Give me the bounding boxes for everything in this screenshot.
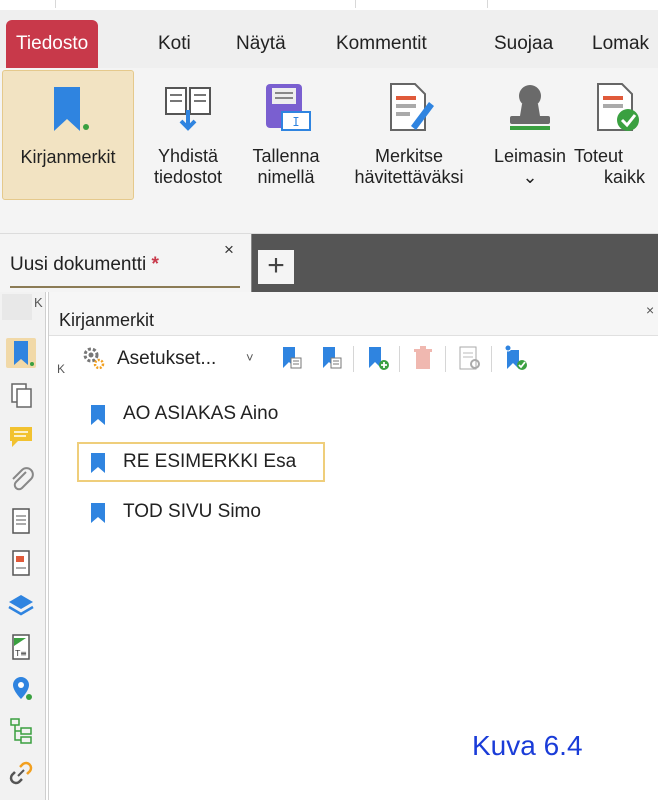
bookmark-properties-icon[interactable] <box>455 344 483 372</box>
active-tab-underline <box>10 286 240 288</box>
sidebar-item-pages[interactable] <box>6 380 36 410</box>
bookmark-label: AO ASIAKAS Aino <box>123 403 279 424</box>
link-icon <box>9 761 33 785</box>
stamp-dropdown-icon[interactable]: ⌄ <box>488 167 572 188</box>
tab-tiedosto[interactable]: Tiedosto <box>6 20 99 68</box>
bookmark-item-selected[interactable]: RE ESIMERKKI Esa <box>77 442 325 482</box>
apply-all-label-1: Toteut <box>574 146 624 166</box>
delete-bookmark-icon[interactable] <box>409 344 437 372</box>
paperclip-icon <box>12 467 34 491</box>
bookmarks-toolbar: K Asetukset... ˅ <box>49 338 658 382</box>
svg-text:I: I <box>292 115 299 129</box>
sidebar-item-signatures[interactable] <box>6 548 36 578</box>
stamp-button[interactable]: Leimasin ⌄ <box>488 70 572 200</box>
add-bookmark-before-icon[interactable] <box>277 344 305 372</box>
tab-koti[interactable]: Koti <box>148 20 201 68</box>
document-tab-bar: Uusi dokumentti * × + <box>0 234 658 292</box>
svg-text:T≡: T≡ <box>14 649 27 658</box>
ribbon: Kirjanmerkit Yhdistä tiedostot I Tallenn… <box>0 68 658 234</box>
bookmark-label: RE ESIMERKKI Esa <box>123 451 297 472</box>
bookmark-item[interactable]: TOD SIVU Simo <box>77 492 325 532</box>
panel-header: Kirjanmerkit <box>49 292 658 336</box>
merge-files-label-1: Yhdistä <box>157 146 219 166</box>
sidebar-item-structure[interactable] <box>6 716 36 746</box>
sidebar-item-links[interactable] <box>6 758 36 788</box>
settings-dropdown[interactable]: Asetukset... <box>117 348 216 370</box>
mark-redaction-label-1: Merkitse <box>374 146 443 166</box>
tab-suojaa[interactable]: Suojaa <box>484 20 563 68</box>
tab-lomake[interactable]: Lomak <box>582 20 658 68</box>
sidebar-item-attachments[interactable] <box>6 464 36 494</box>
figure-caption: Kuva 6.4 <box>472 730 583 761</box>
bookmark-icon <box>91 503 105 523</box>
sidebar-item-text[interactable]: T≡ <box>6 632 36 662</box>
apply-all-icon <box>597 83 639 131</box>
bookmark-icon <box>91 405 105 425</box>
stamp-icon <box>510 85 550 130</box>
signature-document-icon <box>12 550 30 576</box>
modified-mark: * <box>151 254 159 275</box>
sidebar-item-comments[interactable] <box>6 422 36 452</box>
collapse-sidebar-icon[interactable]: K <box>34 295 43 310</box>
bookmarks-label: Kirjanmerkit <box>20 147 116 167</box>
sidebar-item-bookmarks[interactable] <box>6 338 36 368</box>
bookmarks-button[interactable]: Kirjanmerkit <box>2 70 134 200</box>
close-panel-icon[interactable]: × <box>646 302 654 318</box>
bookmark-item[interactable]: AO ASIAKAS Aino <box>77 394 325 434</box>
merge-files-button[interactable]: Yhdistä tiedostot <box>136 70 240 200</box>
settings-gear-icon[interactable] <box>79 344 107 372</box>
new-bookmark-icon[interactable] <box>363 344 391 372</box>
bookmark-check-icon[interactable] <box>501 344 529 372</box>
panel-title: Kirjanmerkit <box>59 310 155 330</box>
bookmark-icon <box>54 87 89 131</box>
chevron-down-icon[interactable]: ˅ <box>246 350 254 365</box>
mark-redaction-button[interactable]: Merkitse hävitettäväksi <box>334 70 484 200</box>
document-icon <box>12 508 30 534</box>
new-tab-button[interactable]: + <box>258 250 294 284</box>
layers-icon <box>8 595 34 616</box>
merge-files-label-2: tiedostot <box>153 167 223 187</box>
title-strip <box>0 0 658 10</box>
tab-nayta[interactable]: Näytä <box>226 20 296 68</box>
document-tab[interactable]: Uusi dokumentti * × <box>0 234 252 292</box>
sidebar-item-layers[interactable] <box>6 590 36 620</box>
close-icon[interactable]: × <box>224 240 234 260</box>
location-pin-icon <box>13 677 32 700</box>
tree-structure-icon <box>10 718 32 744</box>
save-as-button[interactable]: I Tallenna nimellä <box>240 70 332 200</box>
sidebar-item-location[interactable] <box>6 674 36 704</box>
save-as-icon: I <box>266 84 311 131</box>
stamp-label: Leimasin <box>493 146 567 166</box>
text-document-icon: T≡ <box>12 634 30 660</box>
sidebar-grip <box>2 294 32 320</box>
bookmark-icon <box>91 453 105 473</box>
comment-icon <box>10 427 32 447</box>
merge-files-icon <box>165 87 211 131</box>
bookmarks-panel: Kirjanmerkit K Asetukset... ˅ AO ASIAKAS… <box>48 292 658 800</box>
bookmark-icon <box>14 341 34 366</box>
collapse-panel-icon[interactable]: K <box>57 362 65 376</box>
left-sidebar: K T≡ <box>0 292 46 800</box>
mark-redaction-label-2: hävitettäväksi <box>354 167 464 187</box>
menu-bar: Tiedosto Koti Näytä Kommentit Suojaa Lom… <box>0 10 658 68</box>
add-bookmark-after-icon[interactable] <box>317 344 345 372</box>
apply-all-button[interactable]: Toteut kaikk <box>572 70 658 200</box>
apply-all-label-2: kaikk <box>604 167 646 187</box>
pages-icon <box>11 383 32 408</box>
document-tab-name: Uusi dokumentti <box>10 254 147 275</box>
mark-redaction-icon <box>390 83 434 131</box>
bookmark-label: TOD SIVU Simo <box>123 501 261 522</box>
tab-kommentit[interactable]: Kommentit <box>326 20 437 68</box>
sidebar-item-document[interactable] <box>6 506 36 536</box>
save-as-label-2: nimellä <box>257 167 315 187</box>
save-as-label-1: Tallenna <box>252 146 320 166</box>
